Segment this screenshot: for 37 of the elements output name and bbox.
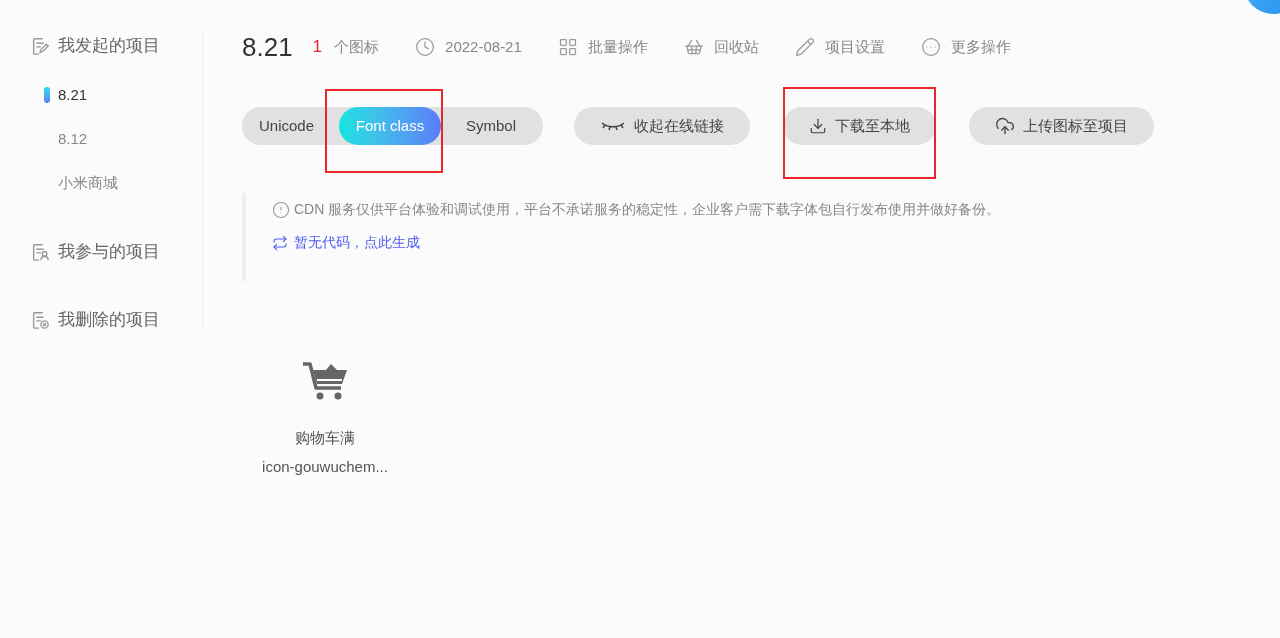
grid-icon — [557, 37, 578, 57]
action-button[interactable]: 收起在线链接 — [574, 107, 750, 145]
icon-code: icon-gouwuchem... — [262, 456, 388, 477]
sidebar-group[interactable]: 我发起的项目 — [30, 30, 202, 62]
format-tab[interactable]: Symbol — [448, 107, 533, 145]
format-tab[interactable]: Unicode — [242, 107, 332, 145]
basket-icon — [683, 37, 704, 57]
icon-count-label: 个图标 — [334, 36, 380, 57]
refresh-icon — [272, 234, 288, 251]
icon-count: 1 — [312, 36, 323, 59]
notice-text: CDN 服务仅供平台体验和调试使用，平台不承诺服务的稳定性，企业客户需下载字体包自行发布使用并做好备份。 — [294, 200, 1001, 219]
download-icon — [809, 117, 827, 135]
project-item[interactable]: 8.21 — [30, 78, 202, 112]
toolbar-item[interactable]: 项目设置 — [794, 35, 885, 59]
toolbar-item[interactable]: 批量操作 — [557, 35, 648, 59]
toolbar-item[interactable]: 更多操作 — [920, 35, 1011, 59]
action-button[interactable]: 上传图标至项目 — [969, 107, 1154, 145]
document-pen-icon — [30, 36, 50, 56]
action-button[interactable]: 下载至本地 — [783, 107, 936, 145]
document-x-icon — [30, 310, 50, 330]
cloud-upload-icon — [995, 116, 1015, 136]
toolbar-item[interactable]: 回收站 — [683, 35, 759, 59]
date-label: 2022-08-21 — [415, 35, 522, 59]
icon-card[interactable]: 购物车满 icon-gouwuchem... — [242, 359, 408, 478]
document-person-icon — [30, 242, 50, 262]
closed-eye-icon — [600, 120, 626, 132]
icon-name: 购物车满 — [295, 428, 355, 448]
project-title: 8.21 — [242, 30, 293, 64]
clock-icon — [415, 37, 436, 57]
alert-icon — [272, 200, 290, 219]
project-item[interactable]: 小米商城 — [30, 166, 202, 200]
pencil-icon — [794, 37, 815, 57]
more-icon — [920, 37, 941, 57]
generate-code-link[interactable]: 暂无代码，点此生成 — [272, 232, 420, 253]
project-item[interactable]: 8.12 — [30, 122, 202, 156]
sidebar-group[interactable]: 我删除的项目 — [30, 304, 202, 336]
sidebar-group[interactable]: 我参与的项目 — [30, 236, 202, 268]
